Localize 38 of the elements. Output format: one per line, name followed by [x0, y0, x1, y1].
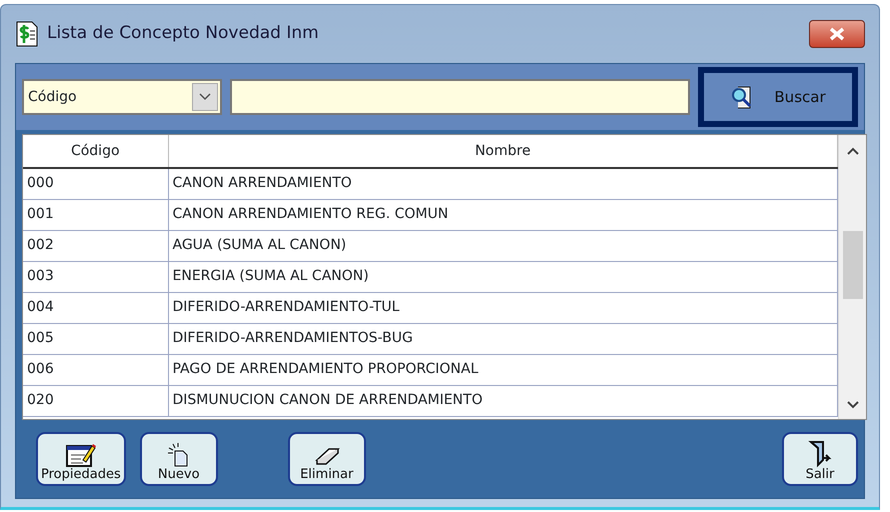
field-dropdown[interactable]: Código [22, 79, 222, 115]
close-icon [828, 27, 846, 41]
search-button[interactable]: Buscar [698, 67, 858, 127]
column-header[interactable]: Nombre [168, 135, 838, 168]
close-button[interactable] [809, 20, 865, 48]
table-cell: 000 [23, 168, 168, 199]
table-cell: CANON ARRENDAMIENTO REG. COMUN [168, 199, 838, 230]
chevron-down-icon [199, 93, 211, 101]
scrollbar[interactable] [838, 135, 866, 419]
table-cell: 004 [23, 292, 168, 323]
table-cell: DISMUNUCION CANON DE ARRENDAMIENTO [168, 385, 838, 416]
document-dollar-icon [15, 21, 39, 47]
table-cell: AGUA (SUMA AL CANON) [168, 230, 838, 261]
column-header[interactable]: Código [23, 135, 168, 168]
table-cell: ENERGIA (SUMA AL CANON) [168, 261, 838, 292]
table-cell: CANON ARRENDAMIENTO [168, 168, 838, 199]
search-field[interactable] [230, 79, 690, 115]
table-cell: 001 [23, 199, 168, 230]
scroll-thumb[interactable] [842, 231, 862, 299]
exit-button[interactable]: Salir [782, 432, 858, 486]
exit-door-icon [807, 440, 833, 468]
table-cell: 006 [23, 354, 168, 385]
properties-button[interactable]: Propiedades [36, 432, 126, 486]
table-cell: DIFERIDO-ARRENDAMIENTO-TUL [168, 292, 838, 323]
window-title: Lista de Concepto Novedad Inm [47, 22, 319, 46]
table-cell: DIFERIDO-ARRENDAMIENTOS-BUG [168, 323, 838, 354]
table-cell: 020 [23, 385, 168, 416]
new-button[interactable]: Nuevo [140, 432, 218, 486]
table-cell: 002 [23, 230, 168, 261]
eraser-icon [312, 446, 341, 468]
scroll-down-icon[interactable] [846, 401, 858, 409]
field-value: Código [28, 88, 77, 106]
table-cell: PAGO DE ARRENDAMIENTO PROPORCIONAL [168, 354, 838, 385]
form-pencil-icon [64, 442, 97, 468]
delete-button[interactable]: Eliminar [288, 432, 366, 486]
scroll-up-icon[interactable] [846, 147, 858, 155]
table-cell: 005 [23, 323, 168, 354]
table-cell: 003 [23, 261, 168, 292]
